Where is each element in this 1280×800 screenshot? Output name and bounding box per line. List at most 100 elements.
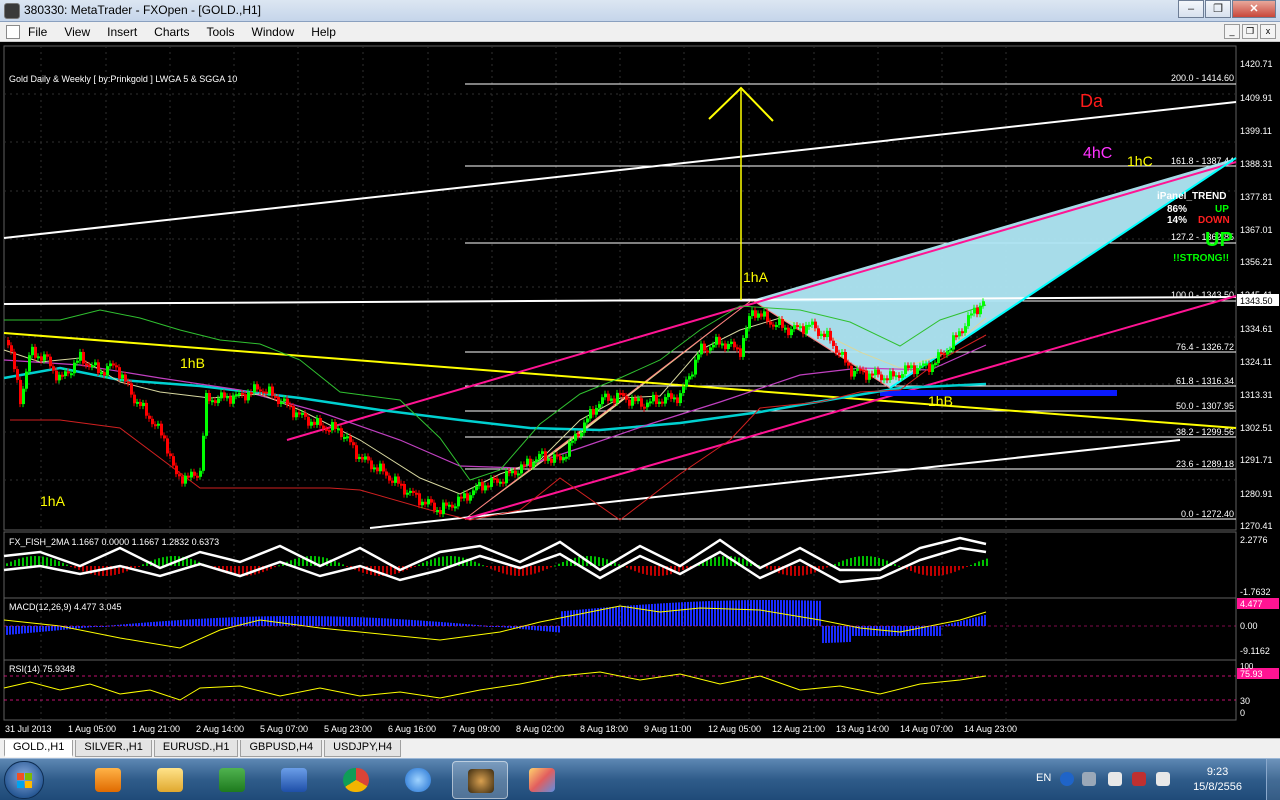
candle-body xyxy=(358,456,361,460)
system-tray: EN 9:23 15/8/2556 xyxy=(1030,759,1280,800)
candle-body xyxy=(103,372,106,376)
macd-bar xyxy=(810,600,812,626)
candle-body xyxy=(835,345,838,353)
candle-body xyxy=(127,381,130,384)
candle-body xyxy=(838,352,841,355)
close-button[interactable]: ✕ xyxy=(1232,0,1276,18)
candle-body xyxy=(550,458,553,463)
macd-bar xyxy=(840,626,842,643)
menu-charts[interactable]: Charts xyxy=(154,25,189,39)
candle-body xyxy=(850,365,853,377)
candle-body xyxy=(31,346,34,356)
taskbar-media-player[interactable] xyxy=(80,761,136,799)
fish-bar xyxy=(62,562,64,566)
macd-bar xyxy=(801,600,803,626)
maximize-button[interactable]: ❐ xyxy=(1205,0,1231,18)
start-button[interactable] xyxy=(4,761,44,799)
mdi-minimize-button[interactable]: _ xyxy=(1224,24,1240,39)
macd-bar xyxy=(648,604,650,626)
macd-bar xyxy=(357,617,359,626)
menu-window[interactable]: Window xyxy=(252,25,295,39)
macd-bar xyxy=(366,617,368,626)
macd-bar xyxy=(675,602,677,626)
fish-bar xyxy=(974,563,976,566)
macd-bar xyxy=(936,626,938,636)
candle-body xyxy=(331,422,334,431)
mdi-restore-button[interactable]: ❐ xyxy=(1242,24,1258,39)
taskbar-paint[interactable] xyxy=(514,761,570,799)
network-icon[interactable] xyxy=(1132,772,1146,786)
chart-window-icon[interactable] xyxy=(6,25,20,39)
candle-body xyxy=(100,372,103,375)
action-center-flag-icon[interactable] xyxy=(1108,772,1122,786)
taskbar-word[interactable] xyxy=(266,761,322,799)
macd-bar xyxy=(984,615,986,626)
menu-help[interactable]: Help xyxy=(311,25,336,39)
menu-view[interactable]: View xyxy=(64,25,90,39)
candle-body xyxy=(931,364,934,373)
macd-bar xyxy=(426,620,428,626)
candle-body xyxy=(169,453,172,457)
fish-bar xyxy=(946,566,948,575)
macd-bar xyxy=(423,620,425,626)
macd-bar xyxy=(153,621,155,626)
menu-tools[interactable]: Tools xyxy=(207,25,235,39)
taskbar-metatrader[interactable] xyxy=(452,761,508,799)
candle-body xyxy=(361,456,364,460)
taskbar-explorer[interactable] xyxy=(142,761,198,799)
label-1hb-right: 1hB xyxy=(928,393,953,409)
price-tick: 1334.61 xyxy=(1240,324,1273,334)
tab-silver-h1[interactable]: SILVER.,H1 xyxy=(75,740,152,757)
volume-icon[interactable] xyxy=(1156,772,1170,786)
macd-bar xyxy=(816,600,818,626)
macd-bar xyxy=(843,626,845,643)
taskbar-internet-explorer[interactable] xyxy=(390,761,446,799)
tab-eurusd-h1[interactable]: EURUSD.,H1 xyxy=(153,740,239,757)
tab-gold-h1[interactable]: GOLD.,H1 xyxy=(4,740,74,757)
candle-body xyxy=(793,325,796,330)
minimize-button[interactable]: – xyxy=(1178,0,1204,18)
menu-insert[interactable]: Insert xyxy=(107,25,137,39)
mdi-close-button[interactable]: x xyxy=(1260,24,1276,39)
show-desktop-button[interactable] xyxy=(1266,759,1280,800)
macd-bar xyxy=(51,626,53,631)
chart-area[interactable]: 200.0 - 1414.60 161.8 - 1387.44 127.2 - … xyxy=(0,42,1280,738)
taskbar-chrome[interactable] xyxy=(328,761,384,799)
candle-body xyxy=(355,445,358,460)
macd-bar xyxy=(627,605,629,626)
help-icon[interactable] xyxy=(1060,772,1074,786)
macd-bar xyxy=(828,626,830,643)
fish-bar xyxy=(986,558,988,566)
candle-body xyxy=(469,495,472,501)
menu-file[interactable]: File xyxy=(28,25,47,39)
fish-bar xyxy=(822,566,824,570)
fish-bar xyxy=(14,560,16,566)
tab-gbpusd-h4[interactable]: GBPUSD,H4 xyxy=(240,740,323,757)
gold-h1-chart[interactable]: 200.0 - 1414.60 161.8 - 1387.44 127.2 - … xyxy=(0,42,1280,738)
candle-body xyxy=(205,393,208,436)
tab-usdjpy-h4[interactable]: USDJPY,H4 xyxy=(324,740,402,757)
gear-icon[interactable] xyxy=(1082,772,1096,786)
fish-bar xyxy=(978,561,980,566)
system-clock[interactable]: 9:23 15/8/2556 xyxy=(1193,765,1242,795)
taskbar-excel[interactable] xyxy=(204,761,260,799)
candle-body xyxy=(736,347,739,350)
candle-body xyxy=(649,401,652,404)
metatrader-app-icon[interactable] xyxy=(4,3,20,19)
candle-body xyxy=(109,363,112,367)
support-zone-box xyxy=(880,390,1117,396)
fish-bar xyxy=(714,557,716,566)
macd-bar xyxy=(24,626,26,634)
candle-body xyxy=(715,336,718,345)
macd-bar xyxy=(792,600,794,626)
candle-body xyxy=(805,324,808,334)
fish-bar xyxy=(434,558,436,566)
macd-bar xyxy=(681,602,683,626)
language-indicator[interactable]: EN xyxy=(1036,772,1051,784)
time-tick: 2 Aug 14:00 xyxy=(196,724,244,734)
time-tick: 1 Aug 21:00 xyxy=(132,724,180,734)
candle-body xyxy=(217,398,220,404)
macd-bar xyxy=(441,622,443,626)
label-4hc: 4hC xyxy=(1083,145,1112,162)
fish-bar xyxy=(30,556,32,566)
